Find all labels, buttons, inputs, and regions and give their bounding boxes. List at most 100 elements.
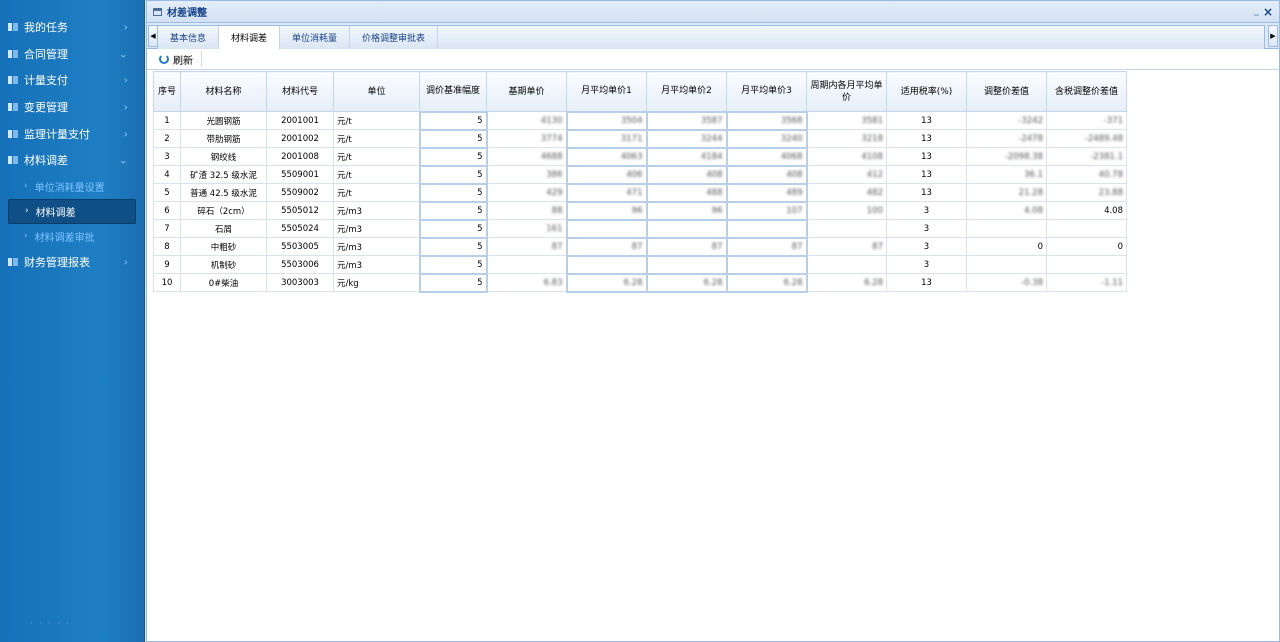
table-cell[interactable]: 3171	[565, 128, 648, 149]
sidebar-item-material-adjustment[interactable]: 材料调差 ⌄	[0, 147, 144, 174]
column-header[interactable]: 月平均单价1	[566, 71, 647, 112]
table-cell[interactable]: 6.28	[565, 272, 648, 293]
table-row[interactable]: 10 0#柴油 3003003 元/kg 5 6.83 6.28 6.28 6.28 6.28 13…	[153, 272, 1127, 293]
column-header[interactable]: 材料代号	[266, 71, 334, 112]
table-row[interactable]: 4 矿渣 32.5 级水泥 5509001 元/t 5 386 406 408 408 412 13…	[153, 164, 1127, 185]
column-header[interactable]: 调价基准幅度	[419, 71, 487, 112]
table-cell[interactable]: 5	[418, 254, 488, 275]
table-row[interactable]: 7 石屑 5505024 元/m3 5 161 3	[153, 218, 1127, 239]
tab-0[interactable]: 基本信息	[158, 26, 220, 49]
tab-scroll-left-icon[interactable]: ◀	[148, 25, 158, 47]
table-cell[interactable]	[565, 218, 648, 239]
sidebar-subitem-material-adjustment[interactable]: › 材料调差	[8, 198, 136, 224]
bullet-icon: ›	[25, 206, 29, 217]
sidebar-item-contract-management[interactable]: 合同管理 ⌄	[0, 41, 144, 68]
sidebar-item-change-management[interactable]: 变更管理 ›	[0, 94, 144, 121]
cell-value: 13	[921, 115, 932, 126]
table-cell[interactable]: 87	[725, 236, 808, 257]
table-cell[interactable]	[725, 218, 808, 239]
table-row[interactable]: 9 机制砂 5503006 元/m3 5 3	[153, 254, 1127, 275]
tab-scroll-right-icon[interactable]: ▶	[1268, 25, 1278, 47]
column-header[interactable]: 适用税率(%)	[886, 71, 967, 112]
table-cell: 161	[486, 219, 567, 238]
table-row[interactable]: 5 普通 42.5 级水泥 5509002 元/t 5 429 471 488 489 482 13…	[153, 182, 1127, 203]
column-header[interactable]: 基期单价	[486, 71, 567, 112]
table-cell[interactable]	[645, 218, 728, 239]
table-cell[interactable]: 5	[418, 182, 488, 203]
column-header[interactable]: 序号	[153, 71, 181, 112]
cell-value: 碎石（2cm）	[197, 206, 250, 217]
sidebar-item-finance-reports[interactable]: 财务管理报表 ›	[0, 249, 144, 276]
table-cell[interactable]: 6.28	[725, 272, 808, 293]
table-row[interactable]: 2 带肋钢筋 2001002 元/t 5 3774 3171 3244 3240 3218 13 -2…	[153, 128, 1127, 149]
sidebar-subitem-adjustment-approval[interactable]: › 材料调差审批	[0, 224, 144, 249]
minimize-icon[interactable]: _	[1254, 5, 1259, 16]
table-cell[interactable]: 488	[645, 182, 728, 203]
table-row[interactable]: 3 钢绞线 2001008 元/t 5 4688 4063 4184 4068 4108 13 -20…	[153, 146, 1127, 167]
table-cell: 0	[1046, 237, 1127, 256]
cell-value: 元/m3	[337, 224, 363, 235]
table-cell[interactable]: 408	[645, 164, 728, 185]
table-cell[interactable]: 96	[565, 200, 648, 221]
cell-value: 元/m3	[337, 242, 363, 253]
table-cell[interactable]: 3568	[725, 110, 808, 131]
column-header[interactable]: 周期内各月平均单价	[806, 71, 887, 112]
folder-icon	[8, 257, 18, 267]
table-cell: 0#柴油	[180, 273, 267, 292]
column-header[interactable]: 月平均单价2	[646, 71, 727, 112]
table-cell[interactable]: 6.28	[645, 272, 728, 293]
table-cell[interactable]: 5	[418, 236, 488, 257]
table-cell[interactable]: 5	[418, 110, 488, 131]
table-cell[interactable]	[725, 254, 808, 275]
table-cell[interactable]: 408	[725, 164, 808, 185]
table-cell[interactable]: 4068	[725, 146, 808, 167]
table-cell[interactable]: 5	[418, 218, 488, 239]
table-row[interactable]: 1 光圆钢筋 2001001 元/t 5 4130 3504 3587 3568 3581 13 -3…	[153, 110, 1127, 131]
table-cell[interactable]: 406	[565, 164, 648, 185]
sidebar-item-measurement-payment[interactable]: 计量支付 ›	[0, 67, 144, 94]
table-cell[interactable]: 5	[418, 272, 488, 293]
cell-value: 23.88	[1098, 187, 1123, 198]
table-row[interactable]: 8 中粗砂 5503005 元/m3 5 87 87 87 87 87 3 0 0	[153, 236, 1127, 257]
table-cell[interactable]: 5	[418, 146, 488, 167]
table-cell[interactable]: 3504	[565, 110, 648, 131]
table-cell[interactable]: 87	[645, 236, 728, 257]
cell-value: 0	[1117, 241, 1123, 252]
refresh-button[interactable]: 刷新	[159, 51, 202, 67]
cell-value: 2001001	[281, 115, 319, 126]
chevron-down-icon: ⌄	[118, 153, 128, 167]
table-row[interactable]: 6 碎石（2cm） 5505012 元/m3 5 88 96 96 107 100 3 4.08 4.0…	[153, 200, 1127, 221]
column-header[interactable]: 含税调整价差值	[1046, 71, 1127, 112]
table-cell[interactable]: 3244	[645, 128, 728, 149]
table-cell[interactable]: 5	[418, 128, 488, 149]
table-cell[interactable]: 107	[725, 200, 808, 221]
table-cell[interactable]	[565, 254, 648, 275]
table-cell[interactable]: 5	[418, 200, 488, 221]
table-cell[interactable]: 3240	[725, 128, 808, 149]
table-cell[interactable]: 4063	[565, 146, 648, 167]
cell-value: 100	[866, 205, 883, 216]
cell-value: 元/t	[337, 134, 352, 145]
table-cell[interactable]: 5	[418, 164, 488, 185]
cell-value: -2489.48	[1084, 133, 1123, 144]
sidebar-subitem-unit-consumption[interactable]: › 单位消耗量设置	[0, 174, 144, 199]
table-cell[interactable]: 489	[725, 182, 808, 203]
column-header[interactable]: 调整价差值	[966, 71, 1047, 112]
tab-1[interactable]: 材料调差	[219, 26, 281, 49]
table-cell[interactable]: 4184	[645, 146, 728, 167]
table-cell[interactable]: 471	[565, 182, 648, 203]
tab-2[interactable]: 单位消耗量	[280, 26, 351, 49]
table-cell[interactable]	[645, 254, 728, 275]
column-header[interactable]: 单位	[333, 71, 420, 112]
column-header[interactable]: 材料名称	[180, 71, 267, 112]
close-icon[interactable]: ×	[1263, 5, 1273, 19]
sidebar-item-my-tasks[interactable]: 我的任务 ›	[0, 14, 144, 41]
table-cell[interactable]: 87	[565, 236, 648, 257]
sidebar-item-supervision-payment[interactable]: 监理计量支付 ›	[0, 120, 144, 147]
column-header[interactable]: 月平均单价3	[726, 71, 807, 112]
table-cell[interactable]: 3587	[645, 110, 728, 131]
tab-3[interactable]: 价格调整审批表	[350, 26, 439, 49]
table-cell: -2478	[966, 129, 1047, 148]
table-cell[interactable]: 96	[645, 200, 728, 221]
folder-icon	[8, 129, 18, 139]
